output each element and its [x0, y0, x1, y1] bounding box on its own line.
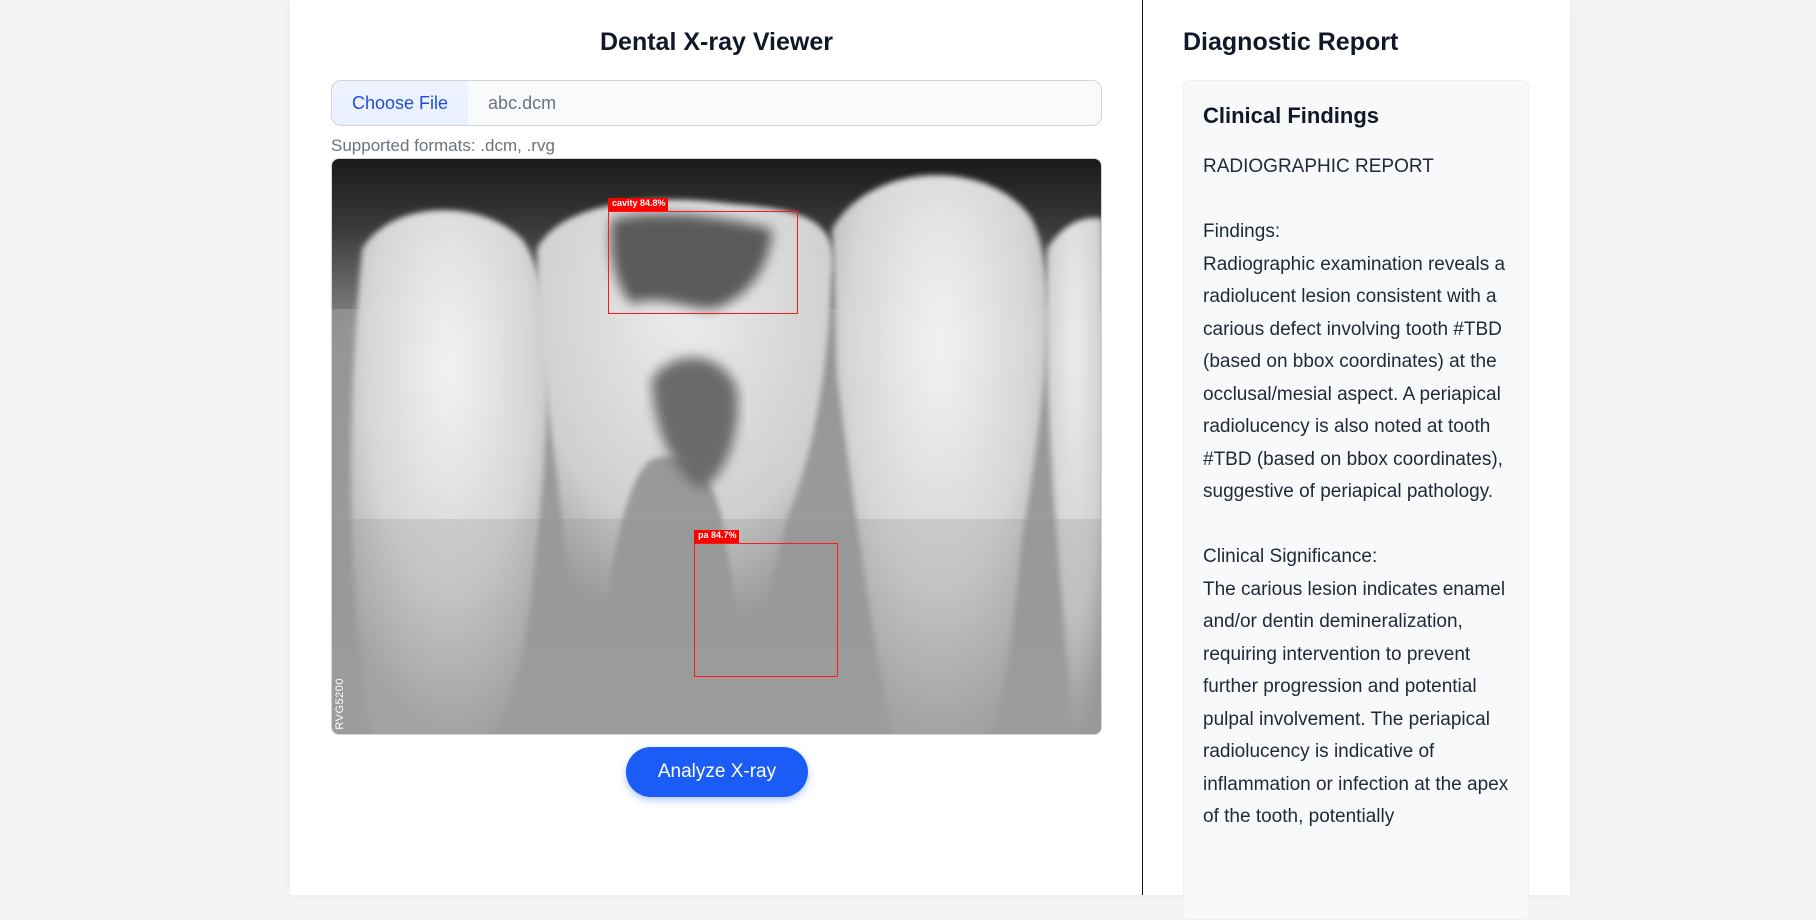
selected-file-name: abc.dcm: [488, 92, 557, 113]
viewer-title: Dental X-ray Viewer: [600, 28, 833, 56]
card-title: Clinical Findings: [1203, 103, 1380, 128]
detection-label-pa: pa 84.7%: [694, 530, 739, 543]
findings-text: Radiographic examination reveals a radio…: [1203, 253, 1506, 503]
report-title: Diagnostic Report: [1183, 28, 1399, 56]
analyze-xray-button[interactable]: Analyze X-ray: [626, 747, 808, 797]
report-heading: RADIOGRAPHIC REPORT: [1203, 156, 1434, 177]
detection-box-pa[interactable]: [694, 543, 838, 677]
xray-image: cavity 84.8% pa 84.7% RVG5200: [331, 158, 1102, 735]
report-body: RADIOGRAPHIC REPORT Findings: Radiograph…: [1203, 151, 1509, 834]
clinical-findings-card[interactable]: Clinical Findings RADIOGRAPHIC REPORT Fi…: [1183, 80, 1529, 920]
findings-label: Findings:: [1203, 221, 1281, 242]
xray-viewer-panel: Dental X-ray Viewer Choose File abc.dcm …: [290, 0, 1143, 895]
file-input[interactable]: Choose File abc.dcm: [331, 80, 1102, 126]
significance-text: The carious lesion indicates enamel and/…: [1203, 578, 1509, 828]
detection-label-cavity: cavity 84.8%: [608, 198, 668, 211]
app-container: Dental X-ray Viewer Choose File abc.dcm …: [290, 0, 1570, 920]
detection-box-cavity[interactable]: [608, 211, 798, 314]
device-watermark: RVG5200: [334, 678, 346, 730]
supported-formats-hint: Supported formats: .dcm, .rvg: [331, 136, 555, 155]
significance-label: Clinical Significance:: [1203, 546, 1378, 567]
choose-file-button[interactable]: Choose File: [332, 81, 469, 125]
diagnostic-report-panel: Diagnostic Report Clinical Findings RADI…: [1143, 0, 1570, 920]
